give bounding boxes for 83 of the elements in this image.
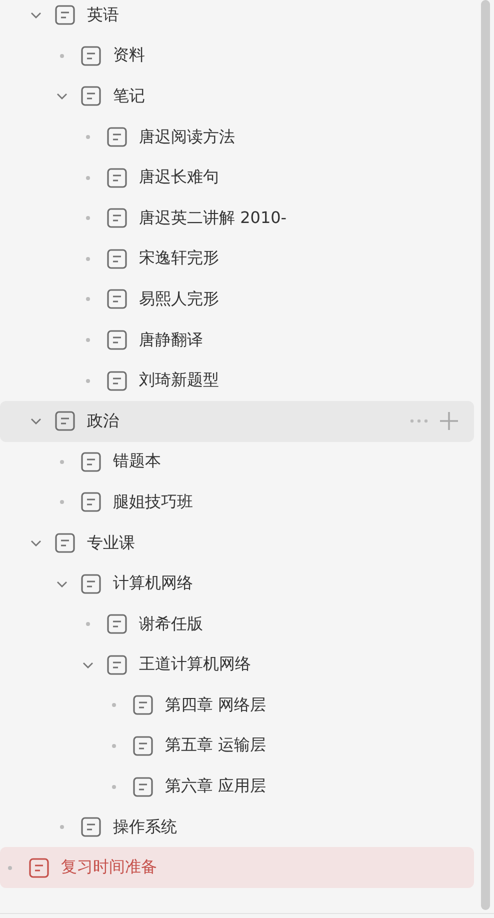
bullet-icon [8, 866, 12, 870]
item-label: 第六章 应用层 [165, 776, 266, 798]
document-icon [107, 208, 127, 228]
item-label: 计算机网络 [113, 573, 193, 594]
document-icon [29, 858, 49, 878]
item-label: 宋逸轩完形 [139, 248, 219, 270]
tree-item[interactable]: 英语 [0, 0, 474, 36]
document-icon [107, 289, 127, 310]
tree-item[interactable]: 操作系统 [0, 806, 474, 848]
bullet-icon [86, 297, 90, 302]
tree-item[interactable]: 第四章 网络层 [0, 685, 474, 726]
tree-item[interactable]: 复习时间准备 [0, 847, 474, 888]
scrollbar-thumb[interactable] [481, 0, 490, 910]
tree-item[interactable]: 资料 [0, 36, 474, 76]
bullet-icon [112, 744, 116, 748]
bullet-icon [60, 500, 64, 504]
bullet-icon [86, 176, 90, 180]
item-label: 易熙人完形 [139, 288, 219, 310]
document-icon [133, 736, 153, 756]
tree-item[interactable]: 唐迟阅读方法 [0, 116, 474, 158]
item-label: 王道计算机网络 [139, 654, 251, 676]
bullet-icon [86, 216, 90, 220]
item-label: 谢希任版 [139, 614, 203, 635]
item-label: 第四章 网络层 [165, 694, 266, 716]
item-label: 笔记 [113, 86, 145, 107]
item-label: 腿姐技巧班 [113, 492, 193, 513]
tree-item[interactable]: 第五章 运输层 [0, 726, 474, 766]
document-icon [107, 370, 127, 391]
document-icon [107, 168, 127, 188]
document-icon [81, 492, 101, 512]
item-label: 资料 [113, 45, 145, 66]
document-icon [133, 695, 153, 716]
bullet-icon [86, 256, 90, 261]
tree-item[interactable]: 王道计算机网络 [0, 644, 474, 686]
document-icon [81, 46, 101, 66]
document-icon [55, 5, 75, 26]
document-icon [81, 574, 101, 594]
tree-item[interactable]: 笔记 [0, 76, 474, 117]
tree-item[interactable]: 腿姐技巧班 [0, 482, 474, 523]
tree-item[interactable]: 唐迟英二讲解 2010- [0, 198, 474, 239]
item-label: 英语 [87, 4, 119, 26]
tree-item[interactable]: 刘琦新题型 [0, 360, 474, 401]
document-icon [107, 248, 127, 269]
document-icon [81, 86, 101, 106]
tree-item[interactable]: 宋逸轩完形 [0, 238, 474, 280]
tree-item[interactable]: 唐迟长难句 [0, 157, 474, 198]
item-label: 唐迟英二讲解 2010- [139, 208, 287, 229]
tree-item[interactable]: 专业课 [0, 522, 474, 564]
bullet-icon [60, 54, 64, 58]
bullet-icon [86, 135, 90, 140]
document-icon [107, 654, 127, 675]
bullet-icon [60, 825, 64, 830]
item-label: 专业课 [87, 532, 135, 554]
document-icon [107, 614, 127, 634]
tree-item[interactable]: 计算机网络 [0, 563, 474, 604]
item-label: 复习时间准备 [61, 857, 157, 878]
document-icon [55, 411, 75, 432]
tree-item[interactable]: 政治 [0, 400, 474, 442]
tree-item[interactable]: 错题本 [0, 442, 474, 482]
bullet-icon [60, 460, 64, 464]
document-icon [81, 452, 101, 472]
tree-item[interactable]: 唐静翻译 [0, 320, 474, 360]
item-label: 第五章 运输层 [165, 735, 266, 756]
item-label: 错题本 [113, 451, 161, 472]
bullet-icon [86, 338, 90, 342]
document-icon [107, 127, 127, 148]
tree-item[interactable]: 易熙人完形 [0, 279, 474, 320]
document-icon [107, 330, 127, 350]
item-label: 唐迟阅读方法 [139, 126, 235, 148]
document-icon [81, 817, 101, 838]
item-label: 刘琦新题型 [139, 370, 219, 392]
bullet-icon [112, 703, 116, 708]
bullet-icon [86, 622, 90, 626]
tree-item[interactable]: 谢希任版 [0, 604, 474, 644]
item-label: 政治 [87, 410, 119, 432]
item-label: 唐迟长难句 [139, 167, 219, 188]
bullet-icon [86, 378, 90, 383]
tree-item[interactable]: 第六章 应用层 [0, 766, 474, 807]
document-icon [55, 533, 75, 554]
bullet-icon [112, 784, 116, 789]
item-label: 操作系统 [113, 816, 177, 838]
item-label: 唐静翻译 [139, 330, 203, 351]
document-icon [133, 776, 153, 797]
